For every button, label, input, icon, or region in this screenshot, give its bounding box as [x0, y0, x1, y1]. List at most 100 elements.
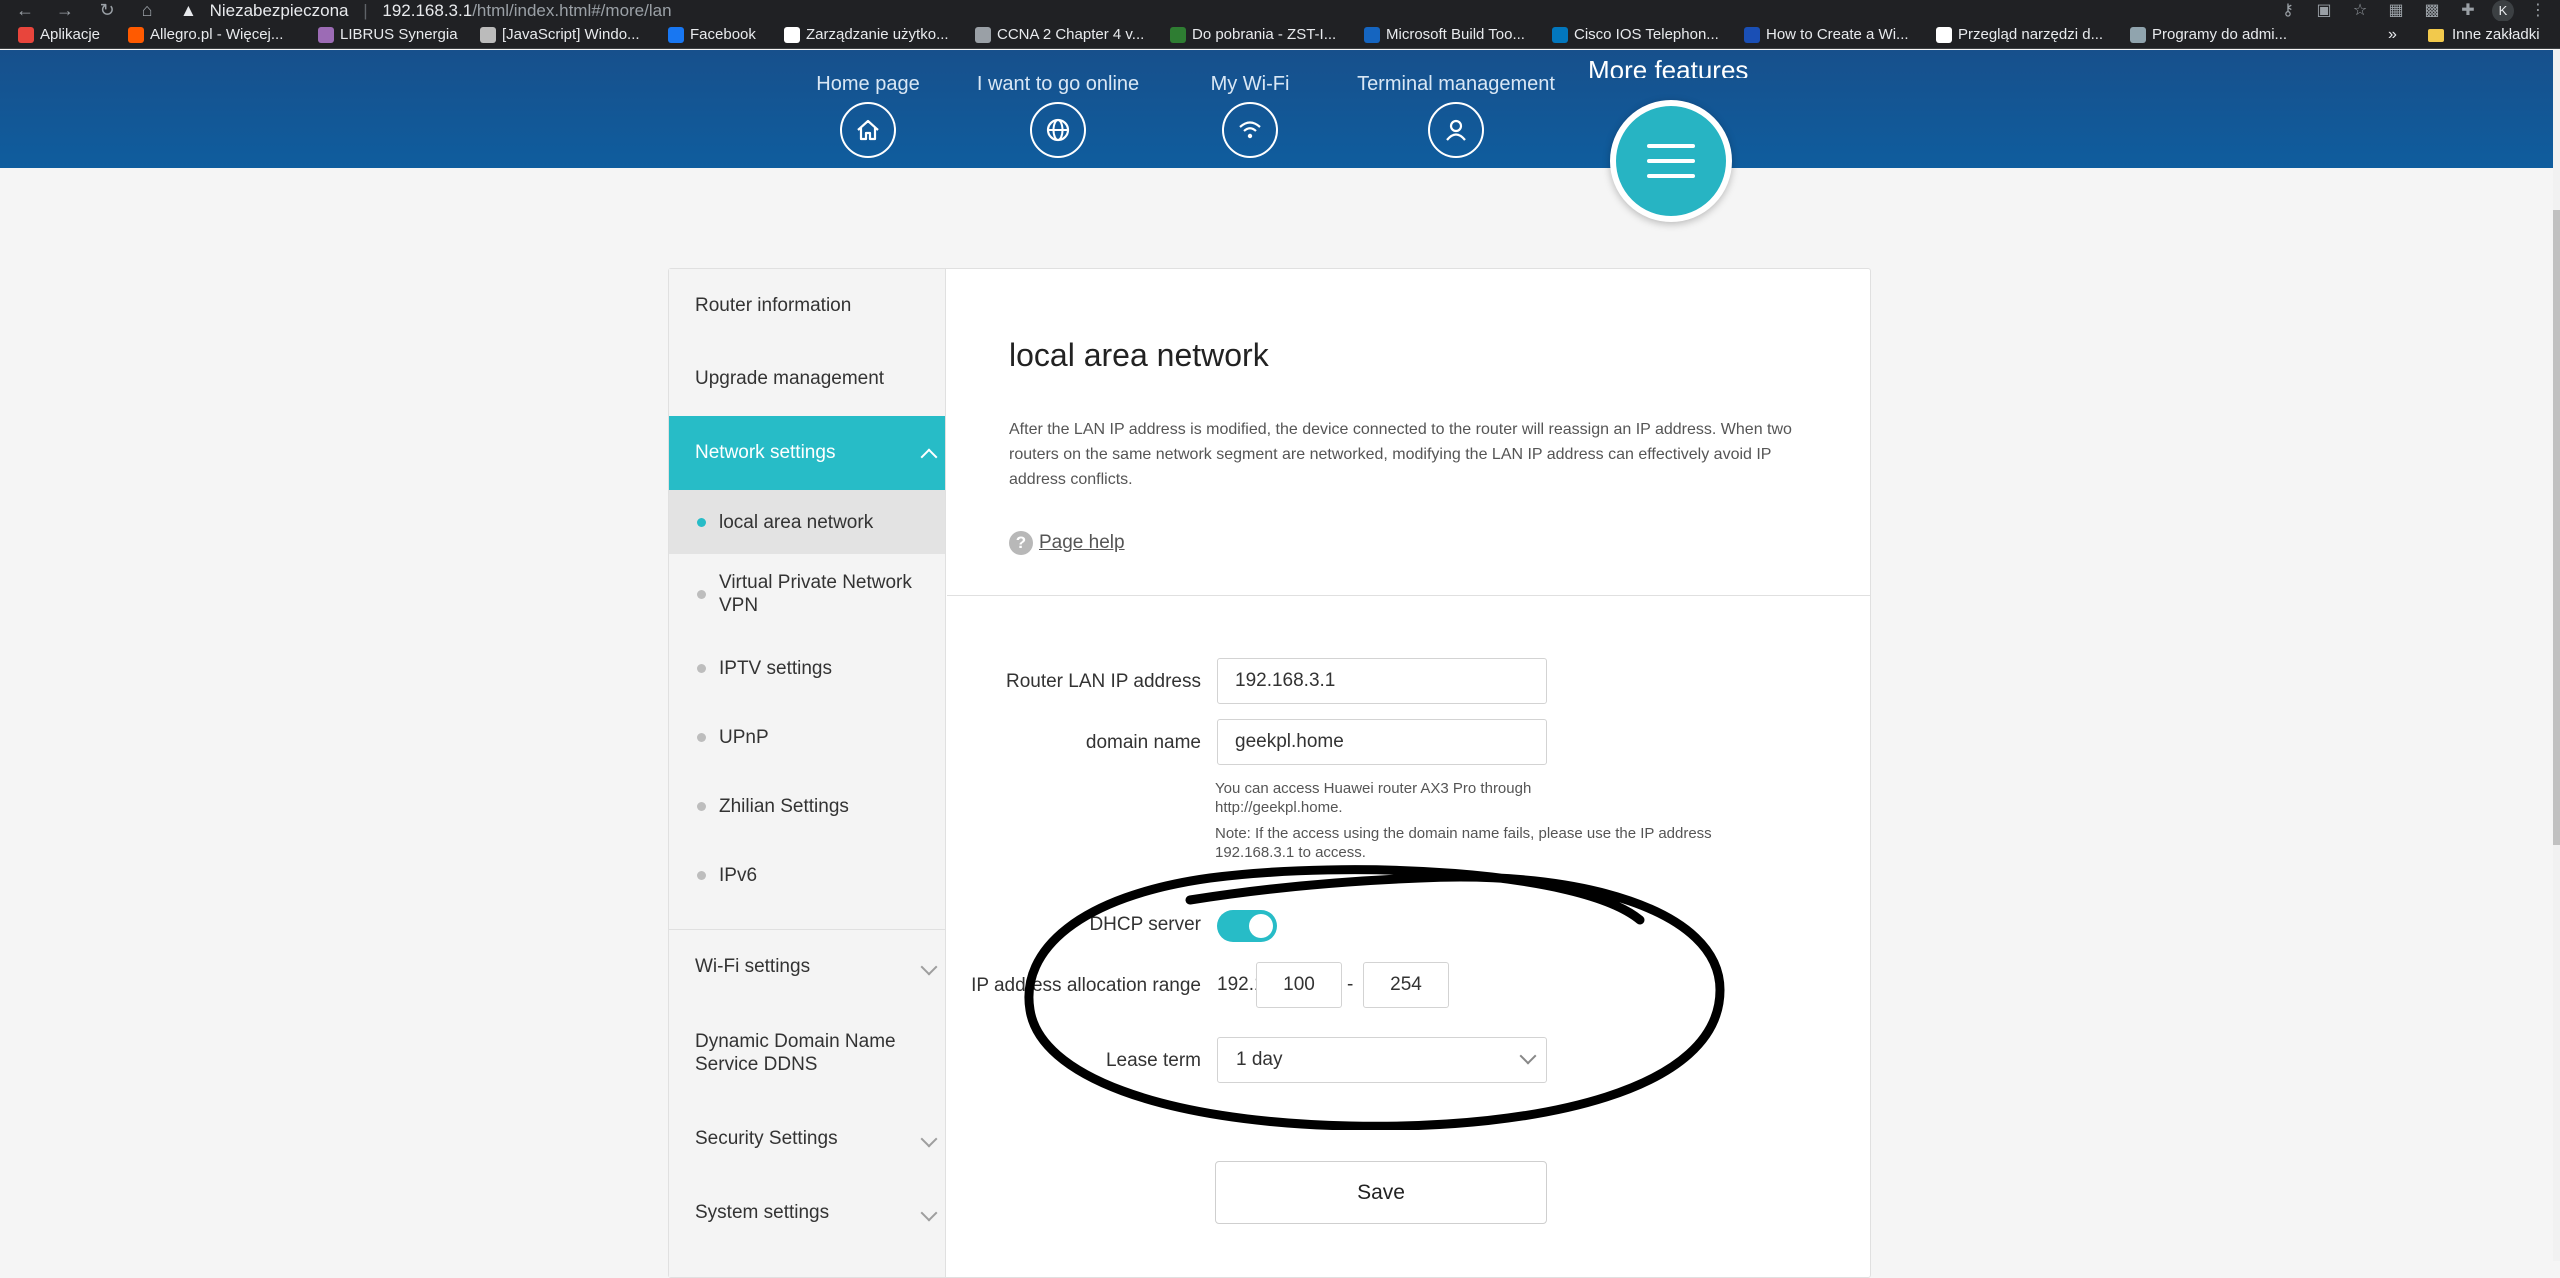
ip-range-start-input[interactable]: 100 [1256, 962, 1342, 1008]
url-path[interactable]: /html/index.html#/more/lan [472, 1, 671, 20]
sidebar-subitem-ipv6[interactable]: IPv6 [669, 841, 945, 910]
sidebar-subitem-upnp[interactable]: UPnP [669, 703, 945, 772]
allegro-icon [128, 27, 144, 43]
domain-name-label: domain name [1085, 732, 1201, 753]
chevron-down-icon [920, 958, 938, 976]
other-bookmarks[interactable]: Inne zakładki [2428, 21, 2540, 49]
page-help-label: Page help [1039, 532, 1125, 553]
sidebar-subitem-zhilian-settings[interactable]: Zhilian Settings [669, 772, 945, 841]
home-button-icon[interactable]: ⌂ [134, 0, 160, 21]
nav-home-page[interactable]: Home page [808, 50, 928, 158]
ip-range-end-input[interactable]: 254 [1363, 962, 1449, 1008]
lan-settings-content: local area network After the LAN IP addr… [947, 269, 1871, 1277]
bookmark-item[interactable]: How to Create a Wi... [1744, 21, 1909, 49]
nav-go-online-label: I want to go online [976, 73, 1140, 95]
ip-range-separator: - [1347, 974, 1354, 995]
bookmark-item[interactable]: Do pobrania - ZST-I... [1170, 21, 1336, 49]
hamburger-icon [1647, 144, 1695, 148]
sidebar-subitem-iptv-settings[interactable]: IPTV settings [669, 634, 945, 703]
sidebar-item-system-settings[interactable]: System settings [669, 1176, 945, 1250]
reload-icon[interactable]: ↻ [94, 0, 120, 21]
puzzle-icon[interactable]: ✚ [2456, 0, 2480, 21]
gear-icon [975, 27, 991, 43]
sidebar-subitem-label: IPTV settings [719, 658, 832, 679]
back-arrow-icon[interactable]: ← [12, 0, 38, 21]
bookmark-label: Allegro.pl - Więcej... [150, 26, 284, 43]
nav-my-wifi-label: My Wi-Fi [1210, 73, 1290, 95]
more-features-menu-button[interactable] [1610, 100, 1732, 222]
bookmarks-overflow-button[interactable]: » [2388, 21, 2397, 49]
bookmark-item[interactable]: CCNA 2 Chapter 4 v... [975, 21, 1144, 49]
sidebar-subitem-label: Zhilian Settings [719, 796, 849, 817]
bookmark-item[interactable]: Allegro.pl - Więcej... [128, 21, 283, 49]
url-separator: | [363, 1, 368, 20]
bookmark-item[interactable]: Programy do admi... [2130, 21, 2287, 49]
sidebar-subitem-label: UPnP [719, 727, 769, 748]
microsoft-icon [1364, 27, 1380, 43]
router-header: Home page I want to go online My Wi-Fi T… [0, 50, 2553, 168]
star-icon[interactable]: ☆ [2348, 0, 2372, 21]
sidebar-item-security-settings[interactable]: Security Settings [669, 1102, 945, 1176]
bookmark-item[interactable]: Microsoft Build Too... [1364, 21, 1525, 49]
chevron-up-icon [920, 448, 938, 466]
browser-toolbar: ← → ↻ ⌂ ▲ Niezabezpieczona | 192.168.3.1… [0, 0, 2560, 22]
domain-note: You can access Huawei router AX3 Pro thr… [1215, 780, 1532, 816]
cisco-icon [1552, 27, 1568, 43]
page-help-link[interactable]: ? Page help [1009, 531, 1125, 555]
address-bar[interactable]: ▲ Niezabezpieczona | 192.168.3.1/html/in… [180, 0, 672, 21]
sidebar-item-router-information[interactable]: Router information [669, 269, 945, 342]
scrollbar-thumb[interactable] [2553, 210, 2560, 845]
sidebar-subitem-label: Virtual Private Network VPN [719, 572, 912, 616]
section-divider [947, 595, 1871, 596]
page-scrollbar[interactable] [2553, 50, 2560, 1261]
bookmark-item[interactable]: LIBRUS Synergia [318, 21, 458, 49]
security-label[interactable]: Niezabezpieczona [210, 1, 349, 20]
bookmarks-bar: Aplikacje Allegro.pl - Więcej... LIBRUS Sy… [0, 21, 2560, 49]
sidebar-subitem-local-area-network[interactable]: local area network [669, 490, 945, 554]
bookmark-item[interactable]: Aplikacje [18, 21, 100, 49]
bookmark-item[interactable]: [JavaScript] Windo... [480, 21, 640, 49]
save-button[interactable]: Save [1215, 1161, 1547, 1224]
nav-terminal-label: Terminal management [1357, 73, 1555, 95]
lease-term-select[interactable]: 1 day [1217, 1037, 1547, 1083]
nav-my-wifi[interactable]: My Wi-Fi [1190, 50, 1310, 158]
n-icon [1744, 27, 1760, 43]
dhcp-server-toggle[interactable] [1217, 910, 1277, 942]
translate-icon[interactable]: ▣ [2312, 0, 2336, 21]
sidebar-item-wifi-settings[interactable]: Wi-Fi settings [669, 930, 945, 1004]
chevron-down-icon [920, 1204, 938, 1222]
sidebar-item-ddns[interactable]: Dynamic Domain Name Service DDNS [669, 1004, 945, 1102]
bookmark-label: Programy do admi... [2152, 26, 2288, 43]
lan-ip-label: Router LAN IP address [1005, 671, 1201, 692]
kebab-menu-icon[interactable]: ⋮ [2526, 0, 2550, 21]
sidebar-item-label: System settings [695, 1202, 830, 1223]
bookmark-item[interactable]: Zarządzanie użytko... [784, 21, 949, 49]
more-features-label: More features [1588, 56, 1749, 78]
sidebar-item-upgrade-management[interactable]: Upgrade management [669, 342, 945, 416]
extension-b-icon[interactable]: ▩ [2420, 0, 2444, 21]
domain-name-input[interactable]: geekpl.home [1217, 719, 1547, 765]
lan-ip-input[interactable]: 192.168.3.1 [1217, 658, 1547, 704]
key-icon[interactable]: ⚷ [2276, 0, 2300, 21]
url-host[interactable]: 192.168.3.1 [382, 1, 472, 20]
nav-go-online[interactable]: I want to go online [968, 50, 1148, 158]
bullet-dot-icon [697, 589, 706, 599]
lease-term-value: 1 day [1236, 1049, 1283, 1070]
forward-arrow-icon[interactable]: → [52, 0, 78, 21]
bookmark-item[interactable]: Przegląd narzędzi d... [1936, 21, 2103, 49]
bookmark-label: Przegląd narzędzi d... [1958, 26, 2104, 43]
profile-avatar[interactable]: K [2492, 0, 2514, 22]
extension-a-icon[interactable]: ▦ [2384, 0, 2408, 21]
github-icon [1936, 27, 1952, 43]
bookmark-label: Microsoft Build Too... [1386, 26, 1525, 43]
home-icon [840, 102, 896, 158]
nav-terminal-management[interactable]: Terminal management [1356, 50, 1556, 158]
warning-triangle-icon[interactable]: ▲ [180, 1, 197, 20]
bookmark-item[interactable]: Cisco IOS Telephon... [1552, 21, 1719, 49]
bullet-dot-icon [697, 664, 706, 673]
sidebar-item-network-settings[interactable]: Network settings [669, 416, 945, 490]
sidebar-subitem-vpn[interactable]: Virtual Private Network VPN [669, 554, 945, 634]
bookmark-item[interactable]: Facebook [668, 21, 756, 49]
s-icon [784, 27, 800, 43]
sidebar-subitem-label: local area network [719, 511, 874, 533]
